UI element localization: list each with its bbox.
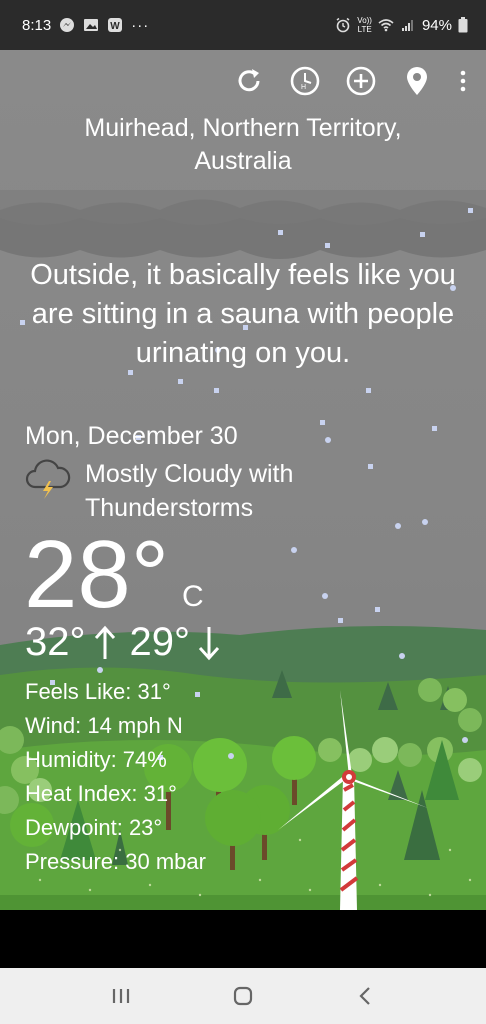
round-tree bbox=[205, 790, 261, 846]
battery-percent: 94% bbox=[421, 16, 452, 34]
status-bar: 8:13 W ··· Vo)) LTE 94% bbox=[0, 0, 486, 50]
signal-icon bbox=[401, 20, 413, 31]
bottom-spacer bbox=[0, 910, 486, 968]
battery-icon bbox=[458, 17, 468, 33]
svg-text:H: H bbox=[301, 84, 306, 91]
more-notifications: ··· bbox=[131, 16, 150, 34]
thunderstorm-icon bbox=[25, 459, 71, 499]
recents-icon bbox=[112, 989, 130, 1003]
bush bbox=[398, 743, 422, 767]
temperature-unit: C bbox=[182, 580, 204, 613]
alarm-icon bbox=[336, 17, 350, 33]
bush bbox=[418, 678, 442, 702]
low-temp-group: 29° bbox=[130, 620, 221, 665]
high-temp: 32° bbox=[25, 620, 86, 664]
recent-apps-button[interactable] bbox=[91, 976, 151, 1016]
snark-description: Outside, it basically feels like you are… bbox=[30, 259, 456, 369]
refresh-icon bbox=[238, 69, 260, 92]
back-icon bbox=[359, 987, 370, 1005]
condition-row: Mostly Cloudy with Thunderstorms bbox=[25, 457, 345, 525]
volte-label: Vo)) LTE bbox=[357, 16, 372, 34]
weather-app: H Muirhead, Northern Territory, Australi… bbox=[0, 50, 486, 910]
clock-icon: H bbox=[290, 66, 320, 96]
windmill-hub-center bbox=[346, 774, 352, 780]
map-pin-icon bbox=[407, 67, 427, 95]
arrow-down-icon bbox=[198, 626, 220, 660]
wind: Wind: 14 mph N bbox=[25, 713, 183, 738]
overflow-menu-button[interactable] bbox=[456, 64, 470, 98]
bush bbox=[458, 708, 482, 732]
messenger-icon bbox=[60, 18, 75, 32]
high-low: 32° 29° bbox=[25, 620, 220, 665]
svg-text:W: W bbox=[110, 21, 120, 32]
system-nav-bar bbox=[0, 968, 486, 1024]
details-list: Feels Like: 31° Wind: 14 mph N Humidity:… bbox=[25, 675, 206, 879]
home-icon bbox=[233, 986, 253, 1006]
toolbar: H bbox=[232, 64, 470, 98]
forecast-date: Mon, December 30 bbox=[25, 422, 238, 450]
back-button[interactable] bbox=[335, 976, 395, 1016]
bush bbox=[318, 738, 342, 762]
bush bbox=[348, 748, 372, 772]
word-app-icon: W bbox=[108, 18, 123, 32]
low-temp: 29° bbox=[129, 620, 191, 664]
arrow-up-icon bbox=[94, 625, 115, 659]
heat-index: Heat Index: 31° bbox=[25, 781, 177, 806]
bush bbox=[443, 688, 467, 712]
bush bbox=[458, 758, 482, 782]
status-time: 8:13 bbox=[22, 16, 52, 34]
ground-stripe bbox=[0, 895, 486, 910]
location-title: Muirhead, Northern Territory, Australia bbox=[84, 114, 402, 175]
gallery-icon bbox=[84, 19, 99, 31]
more-vert-icon bbox=[460, 70, 466, 92]
plus-circle-icon bbox=[346, 66, 376, 96]
current-temperature: 28° bbox=[24, 521, 170, 628]
home-button[interactable] bbox=[213, 976, 273, 1016]
refresh-button[interactable] bbox=[232, 64, 266, 98]
wifi-icon bbox=[378, 19, 394, 32]
humidity: Humidity: 74% bbox=[25, 747, 167, 772]
add-location-button[interactable] bbox=[344, 64, 378, 98]
round-tree bbox=[272, 736, 316, 780]
pressure: Pressure: 30 mbar bbox=[25, 849, 206, 874]
hourly-forecast-button[interactable]: H bbox=[288, 64, 322, 98]
feels-like: Feels Like: 31° bbox=[25, 679, 171, 704]
bush bbox=[372, 737, 398, 763]
dewpoint: Dewpoint: 23° bbox=[25, 815, 163, 840]
volte-text: Vo)) bbox=[357, 16, 372, 25]
high-temp-group: 32° bbox=[25, 620, 116, 665]
lte-text: LTE bbox=[357, 25, 372, 34]
condition-text: Mostly Cloudy with Thunderstorms bbox=[85, 460, 294, 522]
location-button[interactable] bbox=[400, 64, 434, 98]
